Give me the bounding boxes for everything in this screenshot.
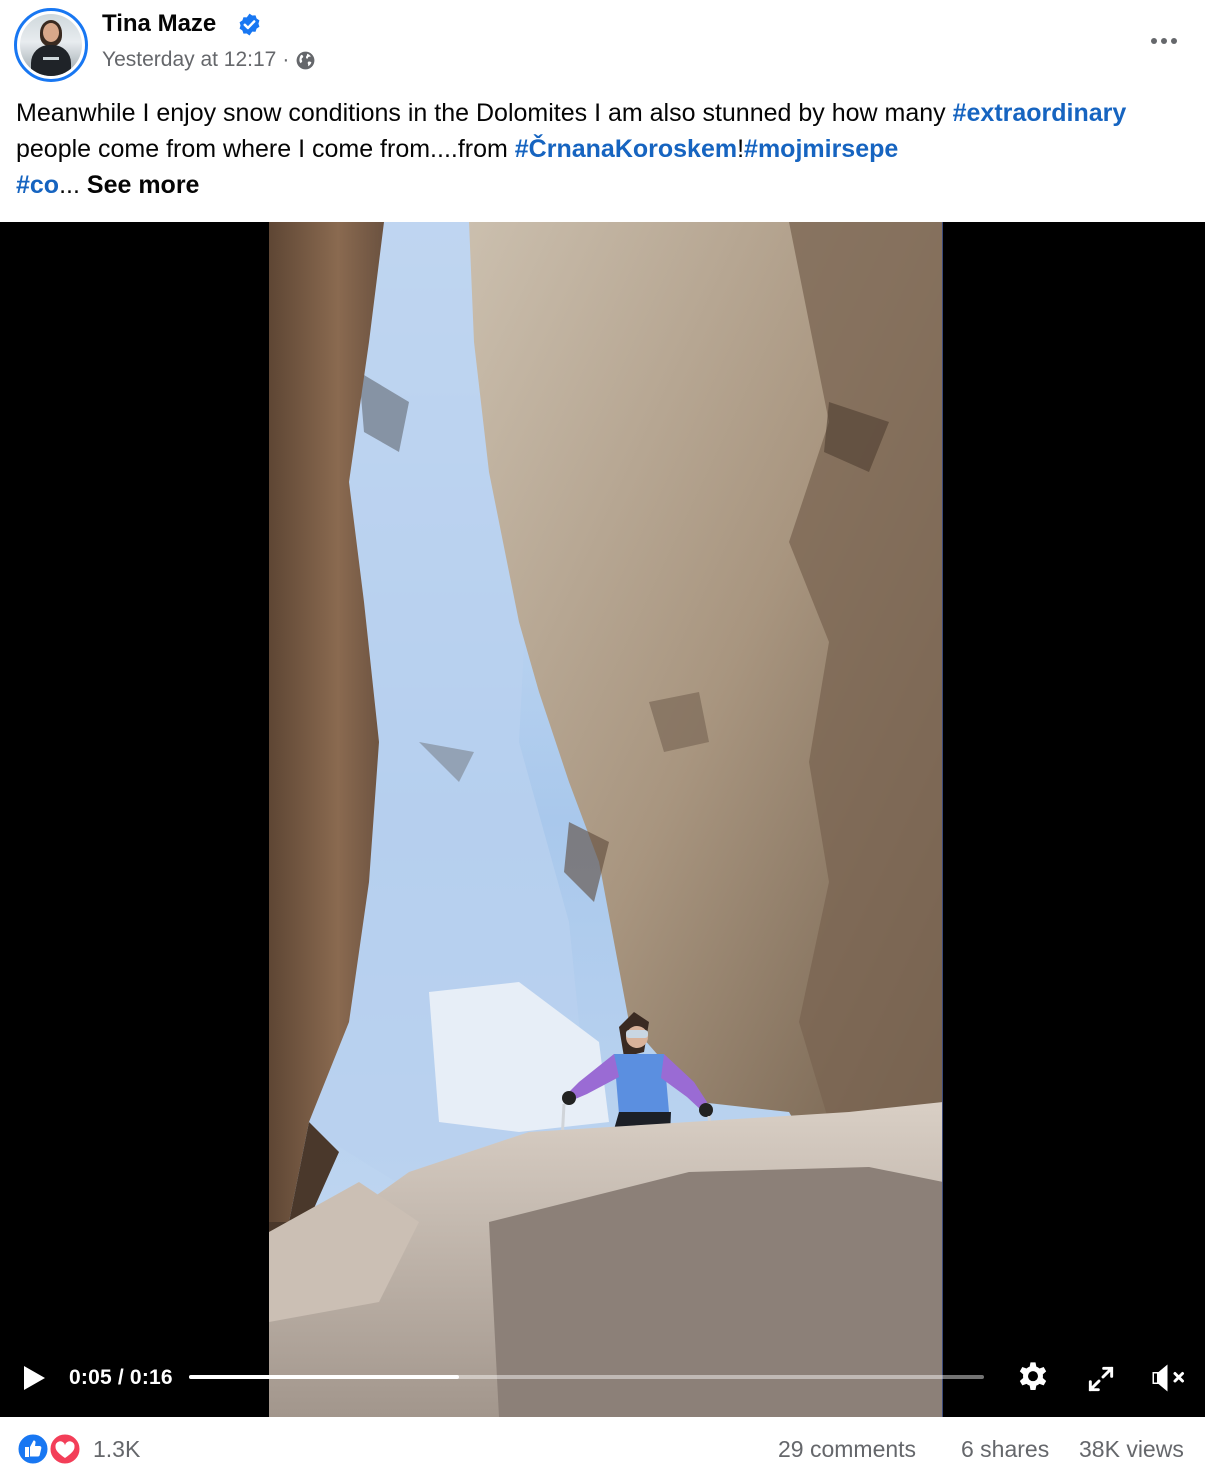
video-progress-bar[interactable] bbox=[189, 1375, 984, 1379]
mute-icon[interactable] bbox=[1148, 1360, 1190, 1396]
more-icon bbox=[1151, 38, 1157, 44]
reaction-count[interactable]: 1.3K bbox=[93, 1436, 140, 1463]
video-time: 0:05 / 0:16 bbox=[69, 1366, 173, 1389]
play-icon[interactable] bbox=[18, 1363, 48, 1393]
love-reaction-icon bbox=[48, 1432, 82, 1466]
avatar-image bbox=[20, 14, 82, 76]
caption-text: Meanwhile I enjoy snow conditions in the… bbox=[16, 99, 953, 127]
hashtag-link[interactable]: #ČrnanaKoroskem bbox=[515, 135, 737, 163]
post-timestamp[interactable]: Yesterday at 12:17 bbox=[102, 48, 276, 72]
video-frame bbox=[269, 222, 943, 1417]
meta-separator: · bbox=[282, 48, 290, 71]
views-count: 38K views bbox=[1079, 1436, 1184, 1462]
comments-count[interactable]: 29 comments bbox=[778, 1436, 916, 1463]
hashtag-link[interactable]: #extraordinary bbox=[953, 99, 1127, 127]
video-scene-image bbox=[269, 222, 942, 1417]
hashtag-link[interactable]: #mojmirsepe bbox=[744, 135, 898, 163]
shares-count[interactable]: 6 shares bbox=[961, 1436, 1049, 1463]
fullscreen-icon[interactable] bbox=[1085, 1363, 1117, 1395]
hashtag-link[interactable]: #co bbox=[16, 171, 59, 199]
like-reaction-icon bbox=[16, 1432, 50, 1466]
post-caption: Meanwhile I enjoy snow conditions in the… bbox=[16, 95, 1191, 203]
video-progress-fill bbox=[189, 1375, 460, 1379]
verified-badge-icon bbox=[239, 13, 260, 36]
caption-text: ! bbox=[737, 135, 745, 163]
post-footer: 1.3K 29 comments 6 shares 38K views bbox=[0, 1417, 1205, 1478]
globe-icon bbox=[296, 51, 315, 69]
caption-ellipsis: ... bbox=[59, 171, 87, 199]
video-player[interactable]: 0:05 / 0:16 bbox=[0, 222, 1205, 1417]
author-name[interactable]: Tina Maze bbox=[102, 10, 216, 38]
post-header: Tina Maze Yesterday at 12:17 · bbox=[0, 0, 1205, 90]
reaction-icons[interactable] bbox=[16, 1432, 84, 1466]
more-options-button[interactable] bbox=[1140, 24, 1188, 58]
settings-icon[interactable] bbox=[1013, 1359, 1053, 1399]
post-meta: Yesterday at 12:17 · bbox=[102, 48, 316, 72]
avatar[interactable] bbox=[14, 8, 88, 82]
caption-text: people come from where I come from....fr… bbox=[16, 135, 515, 163]
see-more-link[interactable]: See more bbox=[87, 171, 200, 199]
